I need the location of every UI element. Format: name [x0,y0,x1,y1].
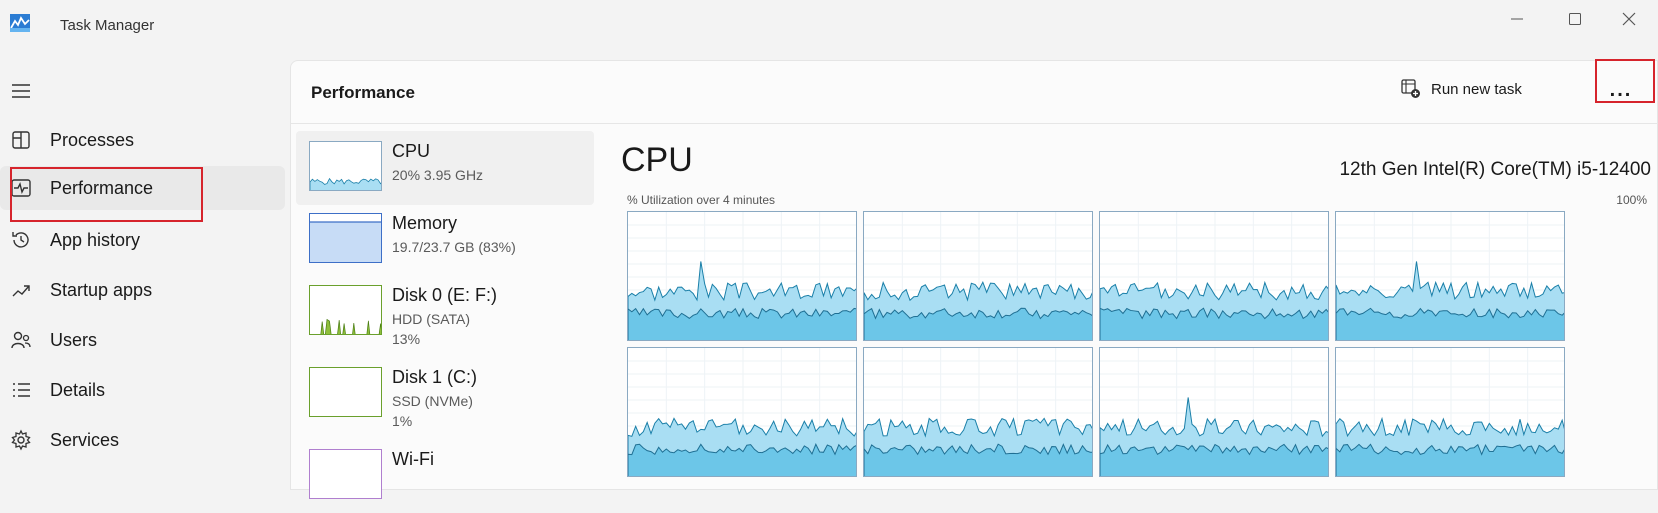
nav-label-services: Services [50,429,120,450]
nav-item-details[interactable]: Details [0,368,285,412]
cpu-detail: CPU 12th Gen Intel(R) Core(TM) i5-12400 … [611,131,1651,491]
minimize-button[interactable] [1488,2,1546,36]
run-task-icon [1401,79,1420,98]
nav-label-users: Users [50,329,98,350]
cpu-model: 12th Gen Intel(R) Core(TM) i5-12400 [1339,159,1651,180]
more-options-label: ... [1609,78,1633,101]
task-manager-icon [10,14,30,32]
title-bar: Task Manager [0,0,1658,52]
startup-icon [12,285,30,297]
more-options-button[interactable]: ... [1596,75,1646,115]
core-graph-2 [863,211,1093,341]
core-graph-7 [1099,347,1329,477]
disk0-thumbnail [309,285,382,335]
maximize-icon [1569,13,1581,25]
app-title: Task Manager [60,17,155,34]
nav-label-processes: Processes [50,129,135,150]
core-graph-8 [1335,347,1565,477]
nav-label-startup-apps: Startup apps [50,279,153,300]
max-percent-label: 100% [1616,193,1647,207]
memory-thumbnail [309,213,382,263]
maximize-button[interactable] [1546,2,1604,36]
nav-item-startup-apps[interactable]: Startup apps [0,268,285,312]
core-graph-3 [1099,211,1329,341]
performance-icon [11,179,31,197]
utilization-label: % Utilization over 4 minutes [627,193,776,207]
resource-type-disk0: HDD (SATA) [392,311,471,327]
resource-stat-cpu: 20% 3.95 GHz [392,167,484,183]
resource-stat-disk0: 13% [392,331,421,347]
wifi-thumbnail [309,449,382,499]
resource-name-disk1: Disk 1 (C:) [392,367,477,387]
resource-item-memory[interactable]: Memory 19.7/23.7 GB (83%) [296,203,594,277]
resource-name-cpu: CPU [392,141,431,161]
header-divider [291,123,1658,124]
close-button[interactable] [1600,2,1658,36]
nav-item-processes[interactable]: Processes [0,118,285,162]
resource-type-disk1: SSD (NVMe) [392,393,473,409]
resource-item-wifi[interactable]: Wi-Fi [296,439,594,513]
minimize-icon [1511,18,1523,20]
disk1-thumbnail [309,367,382,417]
run-new-task-label: Run new task [1431,80,1522,98]
nav-label-details: Details [50,379,106,400]
nav-item-performance[interactable]: Performance [0,166,285,210]
resource-name-memory: Memory [392,213,458,233]
menu-icon[interactable] [10,80,32,102]
nav-item-services[interactable]: Services [0,418,285,462]
core-graph-5 [627,347,857,477]
resource-item-disk1[interactable]: Disk 1 (C:) SSD (NVMe) 1% [296,357,594,431]
resource-stat-disk1: 1% [392,413,413,429]
users-icon [11,331,31,349]
close-icon [1622,12,1636,26]
resource-stat-memory: 19.7/23.7 GB (83%) [392,239,516,255]
detail-title: CPU [621,141,693,179]
processes-icon [12,131,30,149]
page-title: Performance [311,83,415,102]
performance-panel: Performance Run new task ... CPU 20% 3.9… [290,59,1658,499]
history-icon [12,232,29,248]
nav-label-app-history: App history [50,229,141,250]
core-graph-4 [1335,211,1565,341]
details-icon [13,383,30,397]
cpu-thumbnail [309,141,382,191]
core-graph-6 [863,347,1093,477]
resource-item-cpu[interactable]: CPU 20% 3.95 GHz [296,131,594,205]
nav-label-performance: Performance [50,177,154,198]
resource-item-disk0[interactable]: Disk 0 (E: F:) HDD (SATA) 13% [296,275,594,349]
nav-item-users[interactable]: Users [0,318,285,362]
run-new-task-button[interactable]: Run new task [1401,79,1522,99]
nav-item-app-history[interactable]: App history [0,218,285,262]
core-graph-1 [627,211,857,341]
services-icon [11,429,31,451]
resource-name-wifi: Wi-Fi [392,449,434,469]
resource-name-disk0: Disk 0 (E: F:) [392,285,498,305]
